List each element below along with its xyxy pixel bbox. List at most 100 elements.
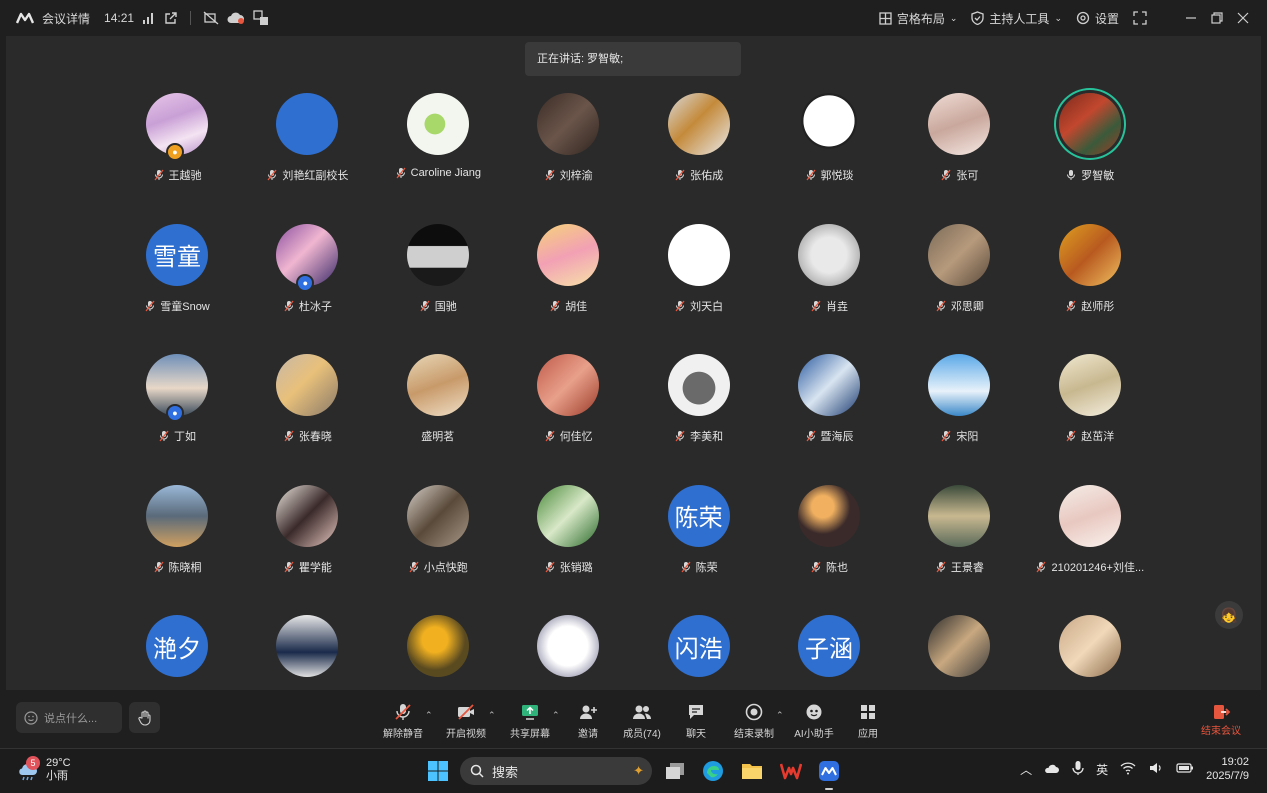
clock-time: 19:02 xyxy=(1221,756,1249,768)
participant-tile[interactable]: 张可 xyxy=(894,93,1024,213)
tencent-meeting-logo-icon xyxy=(16,12,34,24)
end-meeting-button[interactable]: 结束会议 xyxy=(1201,702,1241,737)
participant-tile[interactable]: 小点快跑 xyxy=(373,484,503,605)
start-video-button[interactable]: 开启视频 xyxy=(431,702,501,740)
participant-name: 肖垚 xyxy=(826,300,848,313)
apps-button[interactable]: 应用 xyxy=(833,702,903,740)
translate-icon[interactable] xyxy=(253,10,269,26)
search-icon xyxy=(470,764,484,778)
mic-muted-icon xyxy=(550,300,560,311)
participant-avatar xyxy=(146,484,208,547)
participant-tile[interactable]: 瞿学能 xyxy=(242,484,372,605)
mic-muted-icon xyxy=(936,561,946,572)
minimize-icon[interactable] xyxy=(1185,12,1197,24)
task-view-icon[interactable] xyxy=(663,759,687,783)
participant-tile[interactable]: 张春晓 xyxy=(242,354,372,474)
speaker-volume-icon[interactable] xyxy=(1148,761,1164,778)
participant-tile[interactable]: 刘梓渝 xyxy=(503,93,633,213)
mic-muted-icon xyxy=(420,300,430,311)
mic-muted-icon xyxy=(284,430,294,442)
pop-out-icon[interactable] xyxy=(164,11,178,25)
raise-hand-button[interactable] xyxy=(129,702,160,733)
participant-tile[interactable]: 国驰 xyxy=(373,223,503,344)
participant-tile[interactable]: 罗智敏 xyxy=(1025,93,1155,213)
edge-browser-icon[interactable] xyxy=(701,759,725,783)
windows-start-icon[interactable] xyxy=(426,759,450,783)
participant-tile[interactable]: 陈晓桐 xyxy=(112,484,242,605)
participant-tile[interactable]: 何佳忆 xyxy=(503,354,633,474)
chevron-up-icon[interactable]: ︿ xyxy=(1020,761,1032,778)
participant-avatar xyxy=(928,354,991,416)
participant-tile[interactable]: 刘天白 xyxy=(634,223,764,344)
host-tools-menu[interactable]: 主持人工具 ⌄ xyxy=(971,10,1062,27)
participant-tile[interactable]: 张佑成 xyxy=(634,93,764,213)
participant-tile[interactable]: 胡佳 xyxy=(503,223,633,344)
participant-name: 赵茁洋 xyxy=(1081,431,1115,443)
participant-tile[interactable]: 刘艳红副校长 xyxy=(242,93,372,213)
microphone-icon[interactable] xyxy=(1072,760,1084,779)
say-something-input[interactable]: 说点什么... xyxy=(16,702,122,733)
participant-tile[interactable]: ● 丁如 xyxy=(112,354,242,474)
participant-name: 张春晓 xyxy=(298,431,332,443)
participant-tile[interactable]: 王景睿 xyxy=(894,484,1024,605)
participant-tile[interactable]: 肖垚 xyxy=(764,223,894,344)
participant-name: 宋阳 xyxy=(956,431,979,443)
participant-tile[interactable] xyxy=(503,615,633,690)
participant-tile[interactable]: Caroline Jiang xyxy=(373,93,503,213)
participant-tile[interactable]: 210201246+刘佳... xyxy=(1025,484,1155,605)
meeting-info-link[interactable]: 会议详情 xyxy=(42,10,90,27)
battery-icon[interactable] xyxy=(1176,762,1194,777)
wps-office-icon[interactable] xyxy=(779,759,803,783)
participant-tile[interactable] xyxy=(894,615,1024,690)
participant-tile[interactable]: 陈荣 陈荣 xyxy=(634,484,764,605)
close-icon[interactable] xyxy=(1237,12,1249,24)
layout-menu[interactable]: 宫格布局 ⌄ xyxy=(879,10,957,27)
participant-tile[interactable]: 子涵 xyxy=(764,615,894,690)
restore-icon[interactable] xyxy=(1211,12,1223,24)
file-explorer-icon[interactable] xyxy=(740,759,764,783)
system-clock[interactable]: 19:02 2025/7/9 xyxy=(1206,755,1249,783)
participant-tile[interactable]: 赵茁洋 xyxy=(1025,354,1155,474)
participant-avatar xyxy=(928,615,991,677)
mic-muted-icon xyxy=(545,561,555,572)
participant-tile[interactable] xyxy=(373,615,503,690)
cohost-badge-icon: ● xyxy=(168,406,182,420)
cloud-recording-icon[interactable] xyxy=(227,11,245,25)
participant-tile[interactable] xyxy=(1025,615,1155,690)
onedrive-cloud-icon[interactable] xyxy=(1044,762,1060,777)
taskbar-search[interactable]: 搜索 ✦ xyxy=(460,757,652,785)
wifi-icon[interactable] xyxy=(1120,761,1136,778)
tencent-meeting-taskbar-icon[interactable] xyxy=(817,759,841,790)
participant-tile[interactable]: 滟夕滟夕 xyxy=(112,615,242,690)
participant-avatar xyxy=(798,354,860,416)
participant-tile[interactable]: 暨海辰 xyxy=(764,354,894,474)
unmute-button[interactable]: 解除静音 xyxy=(368,702,438,740)
ai-assistant-label: AI小助手 xyxy=(794,729,834,740)
mic-muted-icon xyxy=(545,430,555,442)
participant-tile[interactable]: 陈也 xyxy=(764,484,894,605)
participant-tile[interactable]: 雪童 雪童Snow xyxy=(112,223,242,344)
participant-avatar xyxy=(406,615,469,677)
participant-name: 刘艳红副校长 xyxy=(282,170,349,182)
participant-tile[interactable]: 宋阳 xyxy=(894,354,1024,474)
weather-widget[interactable]: 5 29°C 小雨 xyxy=(16,756,71,783)
settings-button[interactable]: 设置 xyxy=(1076,10,1119,27)
participant-tile[interactable] xyxy=(242,615,372,690)
fullscreen-icon[interactable] xyxy=(1133,11,1147,25)
participant-tile[interactable]: 盛明茗 xyxy=(373,354,503,474)
participant-tile[interactable]: 郭悦琰 xyxy=(764,93,894,213)
participant-tile[interactable]: 张销璐 xyxy=(503,484,633,605)
participant-tile[interactable]: 赵师彤 xyxy=(1025,223,1155,344)
no-video-icon[interactable] xyxy=(203,11,219,25)
participant-tile[interactable]: 邓思卿 xyxy=(894,223,1024,344)
signal-strength-icon[interactable] xyxy=(142,12,156,24)
ime-indicator[interactable]: 英 xyxy=(1096,761,1108,778)
floating-assistant-avatar[interactable]: 👧 xyxy=(1215,601,1243,629)
participant-tile[interactable]: 闪浩 xyxy=(634,615,764,690)
chat-icon xyxy=(689,705,703,719)
invite-label: 邀请 xyxy=(578,729,598,740)
participant-name: 王景睿 xyxy=(950,561,984,574)
participant-tile[interactable]: 李美和 xyxy=(634,354,764,474)
participant-tile[interactable]: ● 杜冰子 xyxy=(242,223,372,344)
participant-tile[interactable]: ● 王越驰 xyxy=(112,93,242,213)
